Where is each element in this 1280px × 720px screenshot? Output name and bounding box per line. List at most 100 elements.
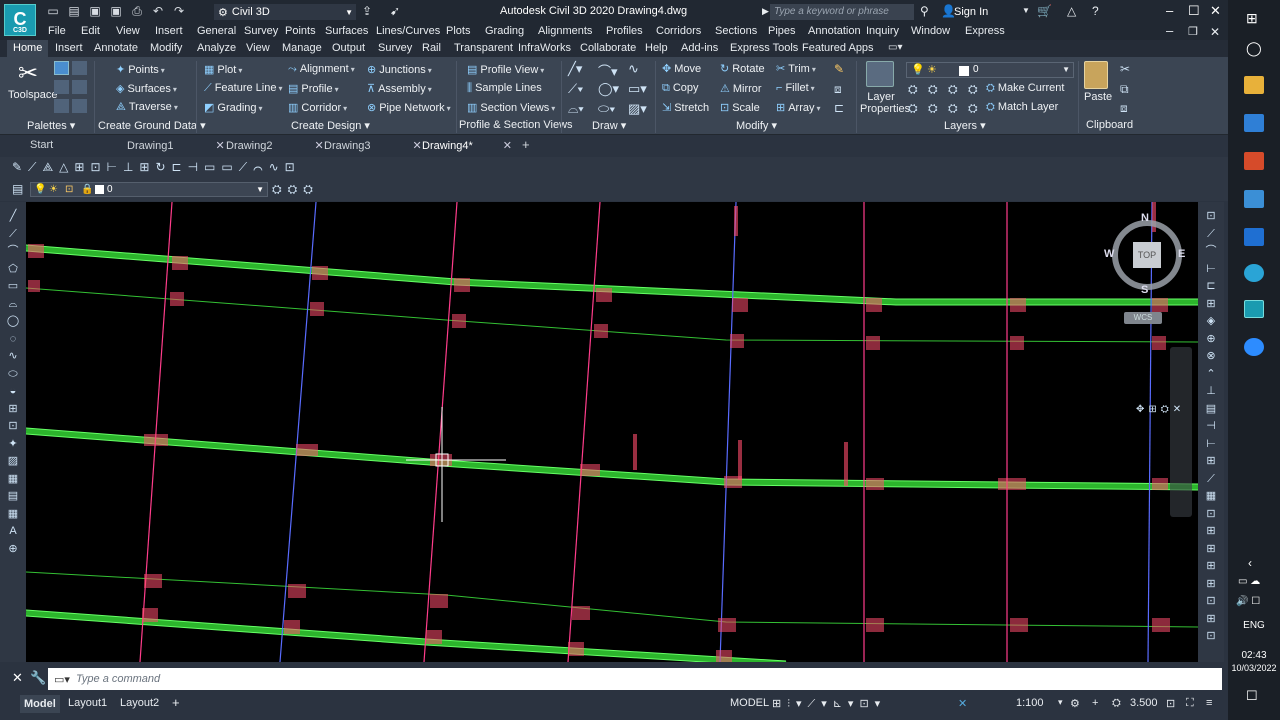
clock-date[interactable]: 10/03/2022 xyxy=(1228,663,1280,673)
draw-toolbar-icons[interactable]: ✎⟋⟁△⊞⊡⊢⊥⊞↻⊏⊣▭▭⟋⌒∿⊡ xyxy=(12,160,301,175)
tab-add-ins[interactable]: Add-ins xyxy=(681,42,718,54)
layer-freeze-icon[interactable]: ⛭ xyxy=(948,82,958,97)
customization-menu-icon[interactable]: ≡ xyxy=(1206,697,1212,709)
add-layout-button[interactable]: + xyxy=(172,695,180,710)
tab-help[interactable]: Help xyxy=(645,42,668,54)
close-icon[interactable]: ✕ xyxy=(412,140,421,152)
recent-commands-icon[interactable]: ▭▾ xyxy=(54,673,70,686)
tab-rail[interactable]: Rail xyxy=(422,42,441,54)
right-tool-icons[interactable]: ⊡ ⟋ ⌒ ⊢ ⊏ ⊞ ◈ ⊕ ⊗ ⌃ ⊥ ▤ ⊣ ⊢ ⊞ ⟋ ▦ ⊡ ⊞ ⊞ ⊞ ⊞ ⊡ ⊞ ⊡ xyxy=(1204,208,1218,646)
plot-icon[interactable]: ⎙ xyxy=(130,4,144,18)
arc-icon[interactable]: ⌓▾ xyxy=(568,101,584,117)
left-tool-icons[interactable]: ╱ ⟋ ⌒ ⬠ ▭ ⌓ ◯ ◌ ∿ ⬭ ◒ ⊞ ⊡ ✦ ▨ ▦ ▤ ▦ A ⊕ xyxy=(6,208,20,558)
new-file-icon[interactable]: ▭ xyxy=(46,4,60,18)
menu-file[interactable]: File xyxy=(48,25,66,37)
rectangle-icon[interactable]: ▭▾ xyxy=(628,81,647,97)
windows-start-icon[interactable]: ⊞ xyxy=(1246,10,1258,27)
tab-drawing3[interactable]: Drawing3 ✕ xyxy=(324,139,422,152)
survey-palette-icon[interactable] xyxy=(54,80,69,94)
save-icon[interactable]: ▣ xyxy=(88,4,102,18)
tab-output[interactable]: Output xyxy=(332,42,365,54)
layer-isolate-icon[interactable]: ⛭ xyxy=(928,82,938,97)
viewcube-top-face[interactable]: TOP xyxy=(1133,242,1161,268)
cut-icon[interactable]: ✂ xyxy=(1120,62,1130,76)
scale-dropdown-icon[interactable]: ▾ xyxy=(1058,697,1063,708)
office-icon[interactable] xyxy=(1244,152,1264,170)
tab-analyze[interactable]: Analyze xyxy=(197,42,236,54)
volume-icon[interactable]: 🔊 ☐ xyxy=(1236,596,1260,607)
settings-icon[interactable] xyxy=(72,61,87,75)
tray-icons[interactable]: ▭ ☁ xyxy=(1238,576,1260,587)
compass-north[interactable]: N xyxy=(1141,212,1149,224)
tab-infraworks[interactable]: InfraWorks xyxy=(518,42,571,54)
minimize-button[interactable]: – xyxy=(1166,3,1173,18)
grid-snap-toggles[interactable]: ⊞⫶▾⟋▾⊾▾⊡▾ xyxy=(772,697,886,711)
store-icon[interactable] xyxy=(1244,114,1264,132)
tab-modify[interactable]: Modify xyxy=(150,42,182,54)
copy-clip-icon[interactable]: ⧉ xyxy=(1120,82,1129,97)
language-indicator[interactable]: ENG xyxy=(1228,620,1280,631)
workspace-selector[interactable]: ⚙ Civil 3D ▼ xyxy=(214,4,356,20)
copy-button[interactable]: ⧉ Copy xyxy=(662,82,699,95)
menu-plots[interactable]: Plots xyxy=(446,25,470,37)
menu-surfaces[interactable]: Surfaces xyxy=(325,25,368,37)
clipboard-icon[interactable] xyxy=(1084,61,1108,89)
tab-survey[interactable]: Survey xyxy=(378,42,412,54)
menu-corridors[interactable]: Corridors xyxy=(656,25,701,37)
layers-panel-title[interactable]: Layers ▾ xyxy=(944,119,986,132)
draw-panel-title[interactable]: Draw ▾ xyxy=(592,119,626,132)
array-button[interactable]: ⊞ Array ▾ xyxy=(776,101,821,114)
tab-drawing2[interactable]: Drawing2 ✕ xyxy=(226,139,324,152)
points-button[interactable]: ✦ Points ▾ xyxy=(116,63,165,76)
layer-thaw-icon[interactable]: ⛭ xyxy=(948,101,958,116)
offset-icon[interactable]: ⧈ xyxy=(834,82,842,97)
rotate-button[interactable]: ↻ Rotate xyxy=(720,62,765,75)
tab-featured-apps[interactable]: Featured Apps xyxy=(802,42,874,54)
tab-start[interactable]: Start xyxy=(30,139,53,151)
hardware-accel-icon[interactable]: ⛭ xyxy=(1112,697,1121,710)
create-design-panel-title[interactable]: Create Design ▾ xyxy=(291,119,370,132)
hatch-icon[interactable]: ▨▾ xyxy=(628,101,647,117)
menu-window[interactable]: Window xyxy=(911,25,950,37)
binoculars-icon[interactable]: ⚲ xyxy=(920,4,929,18)
navbar-tools[interactable]: ✥⊞⛭✕ xyxy=(1136,404,1196,420)
menu-sections[interactable]: Sections xyxy=(715,25,757,37)
move-button[interactable]: ✥ Move xyxy=(662,62,701,75)
palettes-panel-title[interactable]: Palettes ▾ xyxy=(27,119,75,132)
tool-palettes-icon[interactable] xyxy=(72,99,87,113)
construction-line-icon[interactable]: ⟋▾ xyxy=(568,81,583,97)
clock-time[interactable]: 02:43 xyxy=(1228,650,1280,661)
compass-east[interactable]: E xyxy=(1178,248,1185,260)
layer-manager-icon[interactable]: ▤ xyxy=(12,182,23,196)
layer-state-icons[interactable]: ⛭⛭⛭ xyxy=(272,182,319,197)
layer-unisolate-icon[interactable]: ⛭ xyxy=(928,101,938,116)
layer-properties-icon[interactable] xyxy=(866,61,894,87)
stretch-button[interactable]: ⇲ Stretch xyxy=(662,101,709,114)
section-views-button[interactable]: ▥ Section Views ▾ xyxy=(467,101,555,114)
profile-section-views-panel-title[interactable]: Profile & Section Views xyxy=(459,119,573,131)
menu-points[interactable]: Points xyxy=(285,25,316,37)
menu-grading[interactable]: Grading xyxy=(485,25,524,37)
tab-transparent[interactable]: Transparent xyxy=(454,42,513,54)
annotation-scale[interactable]: 1:100 xyxy=(1016,697,1044,709)
menu-survey[interactable]: Survey xyxy=(244,25,278,37)
compass-west[interactable]: W xyxy=(1104,248,1114,260)
grading-button[interactable]: ◩ Grading ▾ xyxy=(204,101,263,114)
tab-collaborate[interactable]: Collaborate xyxy=(580,42,636,54)
navigation-bar[interactable] xyxy=(1170,347,1192,517)
undo-icon[interactable]: ↶ xyxy=(151,4,165,18)
app-icon[interactable] xyxy=(1244,190,1264,208)
redo-icon[interactable]: ↷ xyxy=(172,4,186,18)
ellipse-icon[interactable]: ⬭▾ xyxy=(598,101,615,117)
line-icon[interactable]: ╱▾ xyxy=(568,61,582,77)
layer-on-icon[interactable]: ⛭ xyxy=(908,101,918,116)
compass-south[interactable]: S xyxy=(1141,284,1148,296)
menu-profiles[interactable]: Profiles xyxy=(606,25,643,37)
feature-line-button[interactable]: ⟋ Feature Line ▾ xyxy=(204,82,282,95)
prospector-icon[interactable] xyxy=(54,61,69,75)
share-icon[interactable]: ⇪ xyxy=(362,4,372,18)
civil3d-taskbar-icon[interactable] xyxy=(1244,300,1264,318)
doc-minimize-button[interactable]: – xyxy=(1166,23,1173,38)
close-icon[interactable]: ✕ xyxy=(503,140,512,152)
junctions-button[interactable]: ⊕ Junctions ▾ xyxy=(367,63,432,76)
